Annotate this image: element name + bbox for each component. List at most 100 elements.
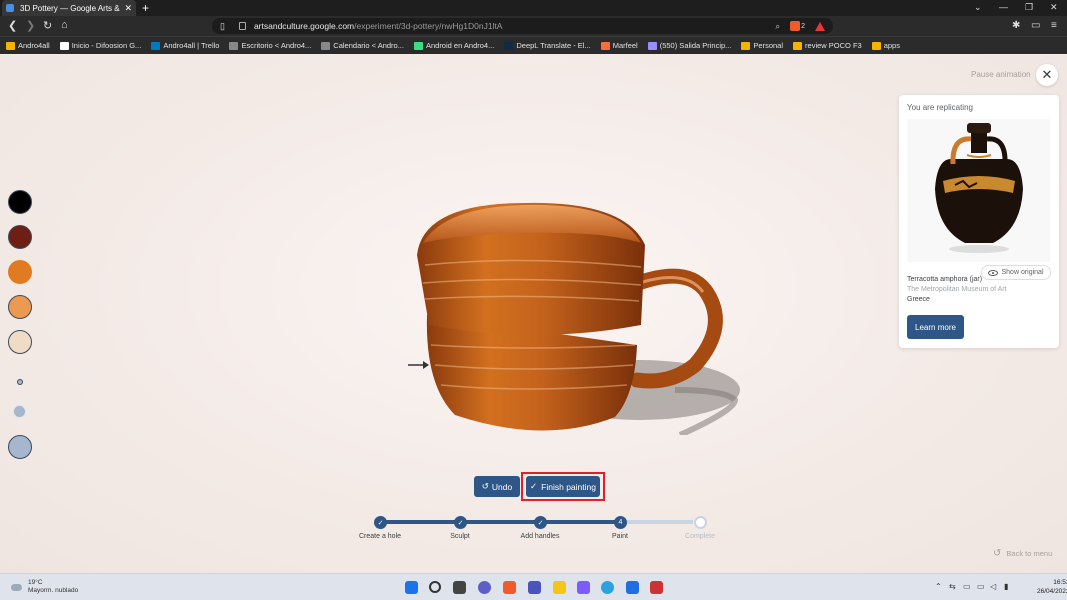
address-bar[interactable]: ▯ artsandculture.google.com /experiment/… <box>212 18 833 34</box>
minimize-icon[interactable]: — <box>999 2 1008 12</box>
bookmark-icon <box>229 41 239 50</box>
pottery-canvas[interactable]: Pause animation ✕ You are replicating Sh… <box>0 55 1067 573</box>
new-tab-icon[interactable]: + <box>142 1 149 15</box>
pause-animation-link[interactable]: Pause animation <box>971 70 1031 79</box>
bookmark-item[interactable]: Andro4all <box>6 41 50 50</box>
brave-rewards-icon[interactable] <box>815 21 825 31</box>
bookmark-label: apps <box>883 41 900 50</box>
brush-size-medium[interactable] <box>13 405 26 418</box>
color-swatch-orange[interactable] <box>8 260 32 284</box>
close-icon: ✕ <box>1041 67 1053 82</box>
url-host: artsandculture.google.com <box>253 21 355 31</box>
color-swatch-cream[interactable] <box>8 330 32 354</box>
bookmark-label: DeepL Translate - El... <box>516 41 591 50</box>
tab-search-icon[interactable]: ⌄ <box>974 2 982 13</box>
menu-icon[interactable]: ≡ <box>1051 20 1057 31</box>
brave-shields-icon[interactable] <box>790 21 801 31</box>
color-swatch-dark-brown[interactable] <box>8 225 32 249</box>
bookmark-label: Personal <box>753 41 784 50</box>
bookmark-icon[interactable]: ▯ <box>220 21 225 32</box>
back-icon[interactable]: ❮ <box>8 19 17 32</box>
browser-tab-strip: 3D Pottery — Google Arts & Cultu ✕ + ⌄ —… <box>0 0 1067 16</box>
window-close-icon[interactable]: ✕ <box>1050 2 1058 13</box>
bookmark-label: Inicio - Difoosion G... <box>71 41 142 50</box>
brush-size-small[interactable] <box>17 379 23 385</box>
bookmark-icon <box>600 41 610 50</box>
bookmark-label: review POCO F3 <box>805 41 862 50</box>
clock-time: 16:53 <box>1053 579 1067 586</box>
url-path: /experiment/3d-pottery/nwHg1D0nJ1ltA <box>354 21 503 31</box>
browser-tab[interactable]: 3D Pottery — Google Arts & Cultu ✕ <box>2 0 136 16</box>
bookmark-item[interactable]: Escritorio < Andro4... <box>229 41 311 50</box>
telegram-icon[interactable] <box>601 581 614 594</box>
lock-icon[interactable] <box>238 22 246 30</box>
network-icon[interactable]: ▭ <box>977 582 985 591</box>
reload-icon[interactable]: ↻ <box>43 19 52 32</box>
snip-icon[interactable] <box>650 581 663 594</box>
back-to-menu-label: Back to menu <box>1006 549 1053 558</box>
restore-icon[interactable]: ❐ <box>1025 2 1033 13</box>
brave-taskbar-icon[interactable] <box>503 581 516 594</box>
bookmark-item[interactable]: Personal <box>741 41 783 50</box>
bookmark-icon <box>321 41 331 50</box>
show-original-button[interactable]: Show original <box>981 265 1051 280</box>
battery-icon[interactable]: ▮ <box>1004 582 1008 591</box>
start-icon[interactable] <box>405 581 418 594</box>
undo-label: Undo <box>491 481 513 492</box>
bookmark-icon <box>413 41 423 50</box>
weather-widget[interactable]: 19°C Mayorm. nublado <box>11 579 78 595</box>
tray-app2-icon[interactable]: ▭ <box>963 582 971 591</box>
bookmark-item[interactable]: review POCO F3 <box>793 41 862 50</box>
replicating-card: You are replicating Show original Terrac… <box>899 95 1059 348</box>
bookmark-label: Escritorio < Andro4... <box>241 41 312 50</box>
search-taskbar-icon[interactable] <box>429 581 441 593</box>
brush-size-large[interactable] <box>8 435 32 459</box>
close-button[interactable]: ✕ <box>1036 64 1058 86</box>
forward-icon[interactable]: ❯ <box>26 19 35 32</box>
bookmark-item[interactable]: (550) Salida Princip... <box>647 41 732 50</box>
bookmark-icon <box>871 41 881 50</box>
step-label: Paint <box>612 533 628 540</box>
step-label: Complete <box>685 533 715 540</box>
file-explorer-icon[interactable] <box>553 581 566 594</box>
home-icon[interactable]: ⌂ <box>61 19 68 31</box>
tray-app-icon[interactable]: ⇆ <box>949 582 956 591</box>
tray-chevron-icon[interactable]: ⌃ <box>935 582 942 591</box>
bookmark-item[interactable]: Inicio - Difoosion G... <box>59 41 142 50</box>
clock[interactable]: 16:53 26/04/2022 <box>1037 578 1067 596</box>
task-view-icon[interactable] <box>453 581 466 594</box>
bookmark-item[interactable]: Marfeel <box>600 41 638 50</box>
learn-more-button[interactable]: Learn more <box>907 315 964 339</box>
bookmark-icon <box>151 41 161 50</box>
windows-taskbar: 19°C Mayorm. nublado ⌃ ⇆ ▭ ▭ ◁ ▮ 16:53 2… <box>0 573 1067 600</box>
bookmark-label: (550) Salida Princip... <box>659 41 732 50</box>
volume-icon[interactable]: ◁ <box>990 582 996 591</box>
close-tab-icon[interactable]: ✕ <box>124 3 132 14</box>
finish-painting-button[interactable]: ✓ Finish painting <box>526 476 600 497</box>
app-d-icon[interactable] <box>626 581 639 594</box>
undo-button[interactable]: ↺ Undo <box>474 476 520 497</box>
color-swatch-black[interactable] <box>8 190 32 214</box>
extensions-icon[interactable]: ✱ <box>1012 20 1020 31</box>
bookmark-item[interactable]: Android en Andro4... <box>413 41 494 50</box>
step-marker <box>694 516 707 529</box>
app-icon[interactable] <box>577 581 590 594</box>
chat-icon[interactable] <box>478 581 491 594</box>
back-icon-circle: ↺ <box>993 548 1002 559</box>
artwork-museum: The Metropolitan Museum of Art <box>907 286 1007 293</box>
bookmark-item[interactable]: apps <box>871 41 900 50</box>
bookmarks-bar: Andro4all Inicio - Difoosion G... Andro4al… <box>0 36 1067 54</box>
bookmark-item[interactable]: Andro4all | Trello <box>151 41 219 50</box>
search-icon[interactable]: ⌕ <box>775 21 780 32</box>
pottery-model[interactable] <box>405 195 745 435</box>
teams-icon[interactable] <box>528 581 541 594</box>
bookmark-item[interactable]: DeepL Translate - El... <box>504 41 591 50</box>
bookmark-label: Andro4all | Trello <box>163 41 220 50</box>
bookmark-item[interactable]: Calendario < Andro... <box>321 41 404 50</box>
step-marker: 4 <box>614 516 627 529</box>
color-swatch-light-orange[interactable] <box>8 295 32 319</box>
bookmark-icon <box>504 41 514 50</box>
wallet-icon[interactable]: ▭ <box>1031 20 1040 31</box>
back-to-menu-link[interactable]: ↺ Back to menu <box>993 548 1052 559</box>
bookmark-label: Marfeel <box>612 41 638 50</box>
